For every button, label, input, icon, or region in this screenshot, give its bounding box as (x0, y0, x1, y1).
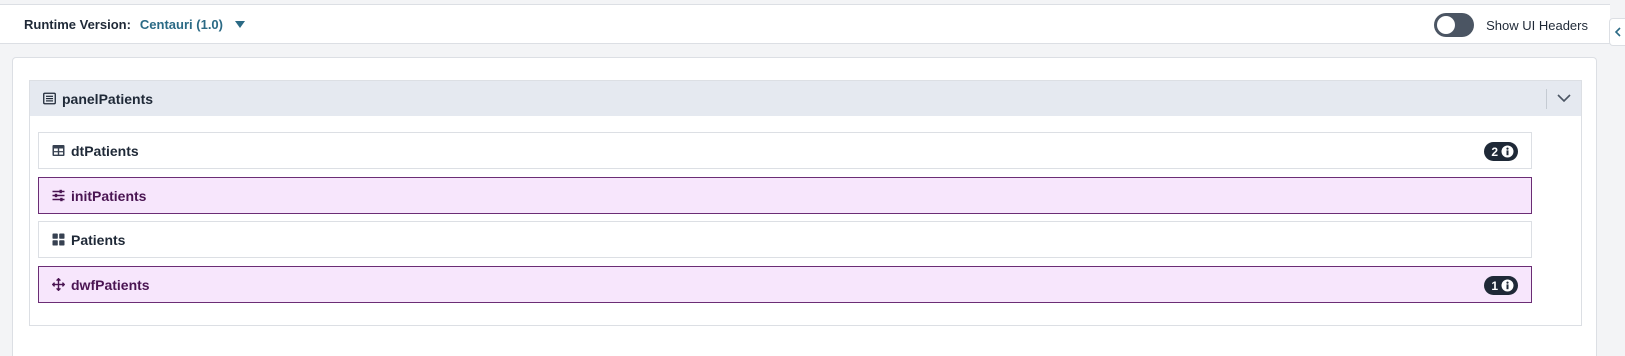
collapse-sidebar-button[interactable] (1609, 18, 1625, 46)
top-toolbar: Runtime Version: Centauri (1.0) Show UI … (0, 4, 1610, 44)
runtime-version-select[interactable]: Centauri (1.0) (131, 17, 245, 32)
badge-count: 1 (1491, 278, 1498, 293)
show-ui-headers-label: Show UI Headers (1486, 17, 1588, 33)
table-icon (52, 144, 65, 157)
grid-icon (52, 233, 65, 246)
list-panel-icon (43, 92, 56, 105)
row-label: dtPatients (71, 142, 139, 159)
issue-count-badge[interactable]: 1 (1484, 276, 1518, 295)
move-icon (52, 278, 65, 291)
row-label: dwfPatients (71, 276, 150, 293)
info-icon (1501, 145, 1514, 158)
badge-count: 2 (1491, 144, 1498, 159)
show-ui-headers-toggle[interactable] (1434, 13, 1475, 37)
list-item-initpatients[interactable]: initPatients (38, 177, 1532, 214)
show-ui-headers-control: Show UI Headers (1434, 5, 1588, 45)
list-item-patients[interactable]: Patients (38, 221, 1532, 258)
toggle-knob (1437, 16, 1456, 34)
content-card: panelPatients dtPatients 2 initPatients … (12, 57, 1597, 356)
panel-patients: panelPatients dtPatients 2 initPatients … (29, 80, 1582, 326)
info-icon (1501, 279, 1514, 292)
chevron-left-icon (1614, 27, 1621, 37)
list-item-dtpatients[interactable]: dtPatients 2 (38, 132, 1532, 169)
sliders-icon (52, 189, 65, 202)
header-divider (1546, 89, 1547, 109)
row-label: initPatients (71, 187, 147, 204)
panel-title: panelPatients (62, 90, 154, 107)
chevron-down-icon[interactable] (1557, 93, 1571, 103)
runtime-version-label: Runtime Version: (24, 16, 131, 32)
issue-count-badge[interactable]: 2 (1484, 142, 1518, 161)
row-label: Patients (71, 231, 126, 248)
list-item-dwfpatients[interactable]: dwfPatients 1 (38, 266, 1532, 303)
caret-down-icon[interactable] (235, 20, 245, 28)
panel-header[interactable]: panelPatients (30, 81, 1581, 116)
runtime-version-value[interactable]: Centauri (1.0) (140, 17, 223, 32)
